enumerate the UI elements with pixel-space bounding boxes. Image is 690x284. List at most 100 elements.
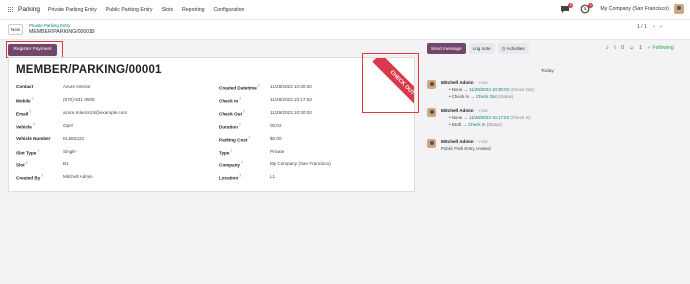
duration-value[interactable]: 00:02 <box>270 123 282 128</box>
message-author[interactable]: Mitchell Admin - now <box>441 108 488 113</box>
message-author[interactable]: Mitchell Admin - now <box>441 139 488 144</box>
menu-item-private-parking-entry[interactable]: Private Parking Entry <box>48 7 97 13</box>
created-datetime-value: 11/28/2023 10:30:20 <box>270 84 312 89</box>
new-button[interactable]: New <box>8 24 23 35</box>
field-parking-cost: Parking Cost ? <box>219 136 251 143</box>
pager-value: 1 / 1 <box>637 24 647 30</box>
avatar[interactable] <box>427 80 436 89</box>
field-label: Vehicle <box>16 124 32 130</box>
pager[interactable]: 1 / 1 ‹ › <box>637 24 662 30</box>
author-name: Mitchell Admin <box>441 108 474 113</box>
chatter-icons: ⌕ ⌇ 0 ☺ 1 ✓ Following <box>606 45 679 51</box>
field-label: Slot <box>16 162 25 168</box>
menu-item-public-parking-entry[interactable]: Public Parking Entry <box>106 7 153 13</box>
apps-menu-icon[interactable] <box>8 6 14 13</box>
activity-clock-icon[interactable]: 1 <box>580 3 594 14</box>
vehicle-number-value[interactable]: KL582222 <box>63 136 84 141</box>
field-company: Company ? <box>219 161 243 168</box>
log-note-button[interactable]: Log note <box>468 43 495 54</box>
tracking-old-value: Draft <box>451 122 462 127</box>
paperclip-icon[interactable]: ⌇ <box>614 45 616 51</box>
chevron-right-icon[interactable]: › <box>660 24 662 30</box>
menu-item-slots[interactable]: Slots <box>162 7 174 13</box>
field-vehicle: Vehicle ? <box>16 123 35 130</box>
systray: 6 1 My Company (San Francisco) <box>560 3 684 14</box>
field-location: Location ? <box>219 174 242 181</box>
send-message-button[interactable]: Send message <box>427 43 466 54</box>
chevron-left-icon[interactable]: ‹ <box>653 24 655 30</box>
gear-icon[interactable]: ⚙ <box>90 29 95 35</box>
attachments-count[interactable]: 0 <box>621 45 624 51</box>
slot-value[interactable]: B1 <box>63 161 69 166</box>
field-contact: Contact <box>16 84 33 89</box>
chatter-topbar: Send message Log note ◷ Activities <box>427 43 532 54</box>
vehicle-value[interactable]: Opel <box>63 123 73 128</box>
highlight-box-register-payment <box>6 41 63 58</box>
field-label: Created Datetime <box>219 85 257 91</box>
main-menu: Private Parking Entry Public Parking Ent… <box>48 7 253 13</box>
breadcrumb-current-record: MEMBER/PARKING/00001 <box>29 29 93 35</box>
field-label: Slot Type <box>16 150 37 156</box>
tracking-new-value: 11/28/2023 10:30:02 <box>469 87 510 92</box>
slot-type-value[interactable]: Single <box>63 149 76 154</box>
message-body: Public Park Entry created <box>441 146 491 151</box>
activities-button[interactable]: ◷ Activities <box>497 43 529 54</box>
check-in-value[interactable]: 11/28/2023 10:17:53 <box>270 97 312 102</box>
chat-icon[interactable]: 6 <box>560 3 574 14</box>
form-sheet: MEMBER/PARKING/00001 CHECK OUT Contact A… <box>8 57 415 192</box>
app-name[interactable]: Parking <box>18 6 40 13</box>
field-created-by: Created By ? <box>16 174 44 181</box>
tracking-old-value: None <box>451 87 463 92</box>
company-value[interactable]: My Company (San Francisco) <box>270 161 331 166</box>
chat-badge: 6 <box>568 3 574 8</box>
location-value[interactable]: L1 <box>270 174 275 179</box>
created-by-value[interactable]: Mitchell Admin <box>63 174 93 179</box>
field-email: Email ? <box>16 110 32 117</box>
message-time: - now <box>476 139 488 144</box>
field-slot: Slot ? <box>16 161 28 168</box>
field-check-out: Check Out ? <box>219 110 245 117</box>
email-value[interactable]: azure.Interior24@example.com <box>63 110 127 115</box>
contact-value[interactable]: Azure Interior <box>63 84 91 89</box>
tracking-line: • Check In → Check Out (Status) <box>449 94 514 99</box>
control-panel: New Private Parking Entry MEMBER/PARKING… <box>0 20 690 40</box>
mobile-value[interactable]: (870)-931-0505 <box>63 97 95 102</box>
parking-cost-value[interactable]: $0.00 <box>270 136 282 141</box>
author-name: Mitchell Admin <box>441 139 474 144</box>
message-author[interactable]: Mitchell Admin - now <box>441 80 488 85</box>
tracking-old-value: None <box>451 115 463 120</box>
tracking-new-value: 11/28/2023 10:17:53 <box>469 115 510 120</box>
field-label: Check Out <box>219 111 242 117</box>
field-vehicle-number: Vehicle Number <box>16 136 50 141</box>
breadcrumb-link[interactable]: Private Parking Entry <box>29 23 70 28</box>
menu-item-configuration[interactable]: Configuration <box>214 7 245 13</box>
field-label: Location <box>219 175 239 181</box>
tracking-line: • Draft → Check In (Status) <box>449 122 503 127</box>
avatar[interactable] <box>427 139 436 148</box>
tracking-line: • None → 11/28/2023 10:30:02 (Check Out) <box>449 87 534 92</box>
field-duration: Duration ? <box>219 123 241 130</box>
field-label: Contact <box>16 84 34 89</box>
highlight-box-check-out-ribbon <box>362 53 419 113</box>
record-title: MEMBER/PARKING/00001 <box>16 64 162 76</box>
field-label: Mobile <box>16 98 31 104</box>
avatar[interactable] <box>427 108 436 117</box>
type-value[interactable]: Private <box>270 149 284 154</box>
company-switcher[interactable]: My Company (San Francisco) <box>600 6 669 12</box>
check-out-value[interactable]: 11/28/2023 10:30:02 <box>270 110 312 115</box>
activities-label: Activities <box>506 46 525 51</box>
following-button[interactable]: ✓ Following <box>647 45 679 51</box>
followers-icon[interactable]: ☺ <box>629 45 634 51</box>
field-label: Type <box>219 150 230 156</box>
chatter-message: Mitchell Admin - now • None → 11/28/2023 … <box>427 80 667 106</box>
followers-count[interactable]: 1 <box>639 45 642 51</box>
user-avatar[interactable] <box>674 4 684 14</box>
date-separator: Today <box>541 69 554 74</box>
search-icon[interactable]: ⌕ <box>606 45 609 51</box>
field-label: Created By <box>16 175 41 181</box>
chatter-message: Mitchell Admin - now Public Park Entry cr… <box>427 139 667 157</box>
field-check-in: Check In ? <box>219 97 242 104</box>
tracking-new-value: Check Out <box>475 94 497 99</box>
tracking-field: (Status) <box>486 122 503 127</box>
menu-item-reporting[interactable]: Reporting <box>182 7 205 13</box>
